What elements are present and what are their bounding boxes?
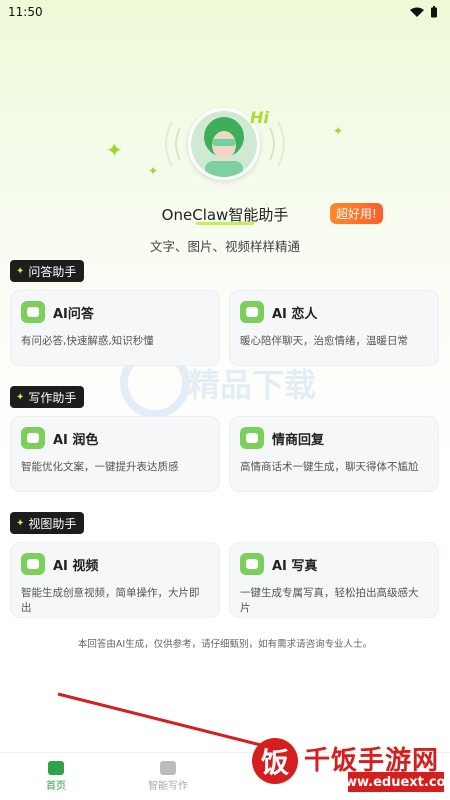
edit-icon xyxy=(160,761,176,775)
nav-home[interactable]: 首页 xyxy=(0,753,112,800)
sparkle-icon: ✦ xyxy=(148,164,159,178)
hero: ✦ ✦ ✦ Hi OneClaw智能助手 超好用! 文字、图片、视频样样精通 xyxy=(0,24,450,254)
site-watermark: 饭 千饭手游网 www.eduext.com xyxy=(252,738,450,796)
battery-icon xyxy=(431,6,437,18)
nav-label: 首页 xyxy=(46,781,66,792)
home-icon xyxy=(48,761,64,775)
card-ai-lover[interactable]: AI 恋人 暖心陪伴聊天，治愈情绪，温暖日常 xyxy=(229,290,439,366)
chat-icon xyxy=(21,301,45,323)
sparkle-icon: ✦ xyxy=(333,124,344,138)
card-title: AI 恋人 xyxy=(272,306,318,322)
card-desc: 智能生成创意视频，简单操作，大片即出 xyxy=(21,587,200,614)
status-time: 11:50 xyxy=(8,5,43,19)
page-subtitle: 文字、图片、视频样样精通 xyxy=(149,239,300,254)
card-ai-video[interactable]: AI 视频 智能生成创意视频，简单操作，大片即出 xyxy=(10,542,220,618)
status-icons xyxy=(410,6,438,18)
section-tag-label: 问答助手 xyxy=(28,264,77,279)
section-tag-writing: ✦ 写作助手 xyxy=(10,386,85,408)
card-ai-qa[interactable]: AI问答 有问必答,快速解惑,知识秒懂 xyxy=(10,290,220,366)
card-title: 情商回复 xyxy=(272,432,325,448)
card-desc: 智能优化文案，一键提升表达质感 xyxy=(21,461,179,473)
portrait-icon xyxy=(240,553,264,575)
card-desc: 有问必答,快速解惑,知识秒懂 xyxy=(21,335,154,347)
watermark-text: 精品下载 xyxy=(188,366,317,404)
section-tag-qa: ✦ 问答助手 xyxy=(10,260,85,282)
sparkle-icon: ✦ xyxy=(16,517,25,529)
avatar-illustration xyxy=(191,111,257,177)
ai-disclaimer: 本回答由AI生成，仅供参考，请仔细甄别，如有需求请咨询专业人士。 xyxy=(77,639,373,650)
card-title: AI 视频 xyxy=(53,558,99,574)
section-tag-label: 视图助手 xyxy=(28,516,77,531)
hi-label: Hi xyxy=(250,108,269,127)
card-desc: 高情商话术一键生成，聊天得体不尴尬 xyxy=(240,461,419,473)
section-tag-vision: ✦ 视图助手 xyxy=(10,512,85,534)
sparkle-icon: ✦ xyxy=(16,391,25,403)
card-title: AI 写真 xyxy=(272,558,318,574)
sparkle-icon: ✦ xyxy=(106,138,123,162)
sparkle-icon: ✦ xyxy=(16,265,25,277)
polish-icon xyxy=(21,427,45,449)
wifi-icon xyxy=(410,7,424,17)
title-underline xyxy=(196,222,254,225)
card-ai-polish[interactable]: AI 润色 智能优化文案，一键提升表达质感 xyxy=(10,416,220,492)
card-title: AI 润色 xyxy=(53,432,99,448)
super-badge: 超好用! xyxy=(330,203,383,224)
video-icon xyxy=(21,553,45,575)
section-tag-label: 写作助手 xyxy=(28,390,77,405)
site-seal-logo: 饭 xyxy=(252,738,298,784)
status-bar: 11:50 xyxy=(0,0,450,24)
card-eq-reply[interactable]: 情商回复 高情商话术一键生成，聊天得体不尴尬 xyxy=(229,416,439,492)
nav-smart-writing[interactable]: 智能写作 xyxy=(112,753,224,800)
card-ai-portrait[interactable]: AI 写真 一键生成专属写真，轻松拍出高级感大片 xyxy=(229,542,439,618)
reply-icon xyxy=(240,427,264,449)
card-desc: 一键生成专属写真，轻松拍出高级感大片 xyxy=(240,587,419,614)
lover-icon xyxy=(240,301,264,323)
nav-label: 智能写作 xyxy=(148,781,188,792)
card-title: AI问答 xyxy=(53,306,94,322)
card-desc: 暖心陪伴聊天，治愈情绪，温暖日常 xyxy=(240,335,408,347)
site-watermark-url: www.eduext.com xyxy=(333,772,450,792)
